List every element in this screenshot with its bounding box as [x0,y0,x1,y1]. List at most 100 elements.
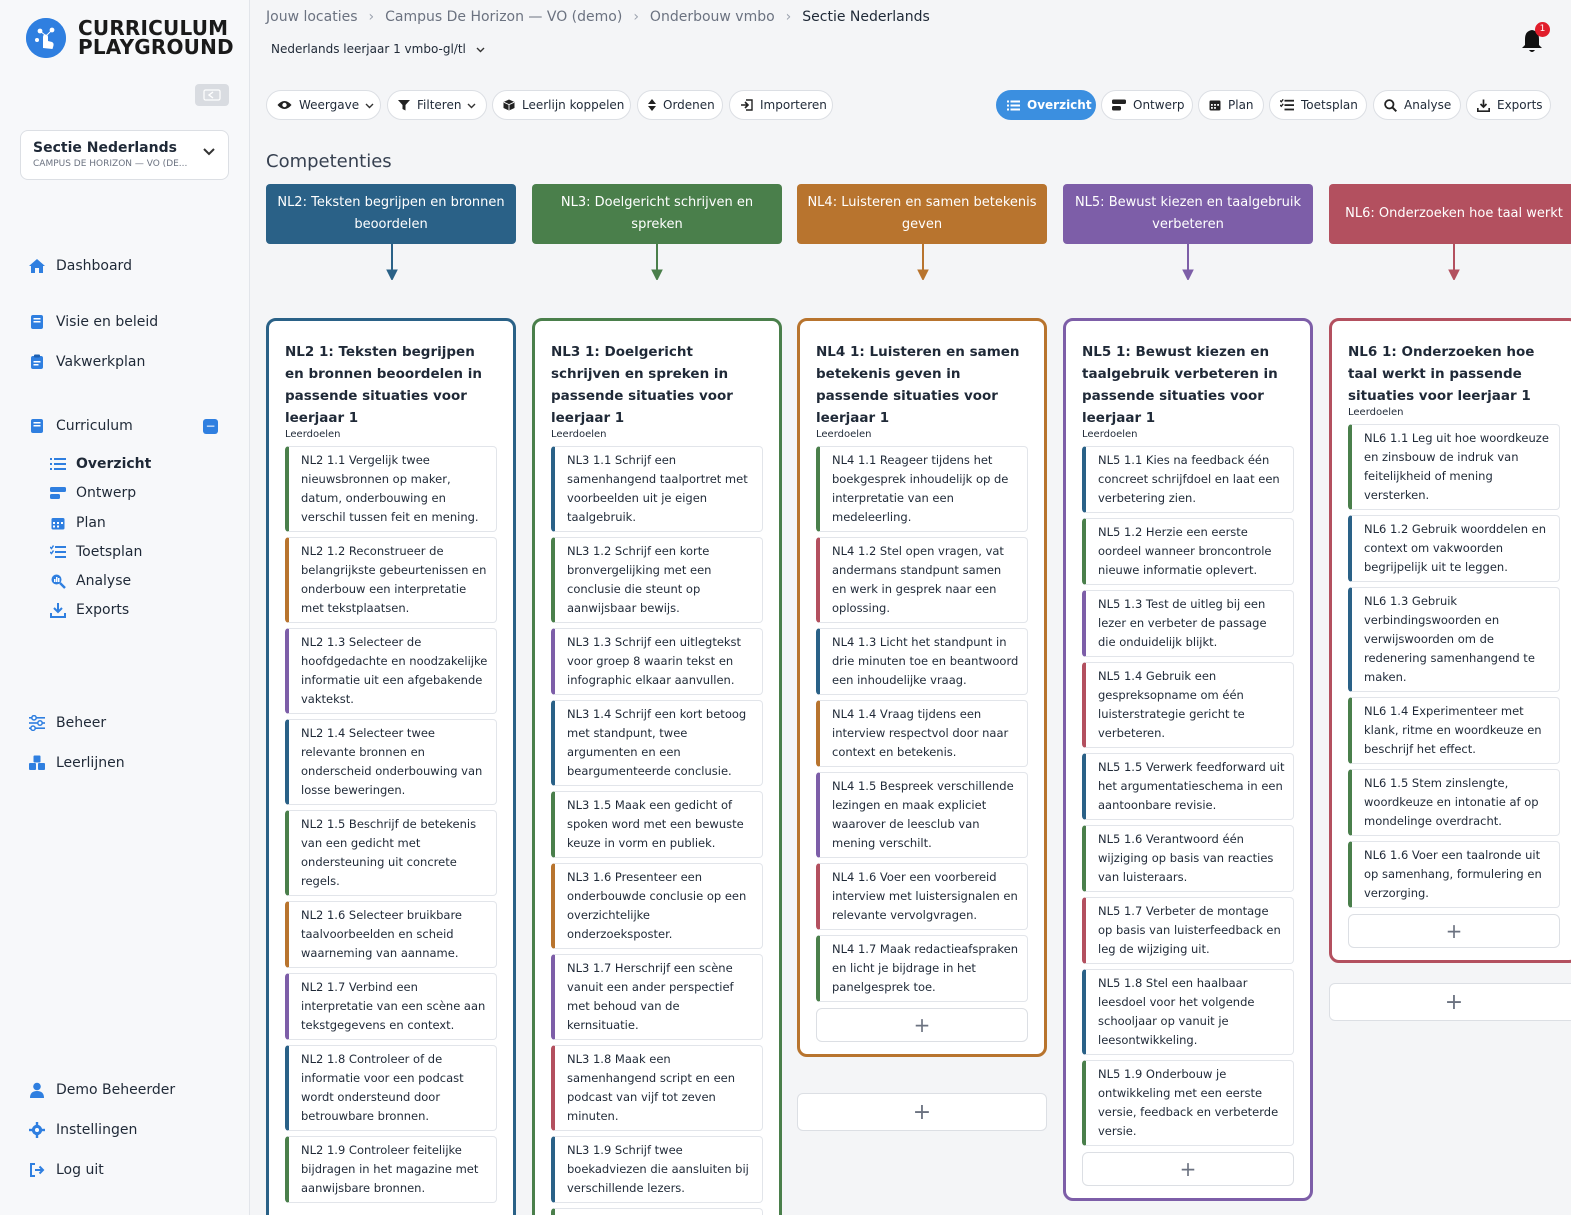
learning-goal-card[interactable]: NL2 1.3 Selecteer de hoofdgedachte en no… [285,628,497,714]
learning-goal-card[interactable]: NL3 1.4 Schrijf een kort betoog met stan… [551,700,763,786]
learning-goal-card[interactable]: NL3 1.8 Maak een samenhangend script en … [551,1045,763,1131]
competency-header-nl3[interactable]: NL3: Doelgericht schrijven en spreken [532,184,782,244]
learning-goal-card[interactable]: NL2 1.7 Verbind een interpretatie van ee… [285,973,497,1040]
learning-goal-card[interactable]: NL3 1.3 Schrijf een uitlegtekst voor gro… [551,628,763,695]
clipboard-icon [28,353,46,371]
learning-goal-card[interactable]: NL5 1.8 Stel een haalbaar leesdoel voor … [1082,969,1294,1055]
nav-curriculum[interactable]: Curriculum [28,417,133,435]
nav-user[interactable]: Demo Beheerder [28,1081,175,1099]
learning-column-nl6: NL6 1: Onderzoeken hoe taal werkt in pas… [1329,318,1571,963]
add-column-button[interactable]: + [797,1093,1047,1131]
nav-instellingen[interactable]: Instellingen [28,1121,137,1139]
nav-sub-plan-label: Plan [76,515,106,531]
learning-goal-card[interactable]: NL2 1.2 Reconstrueer de belangrijkste ge… [285,537,497,623]
learning-goal-card[interactable]: NL6 1.3 Gebruik verbindingswoorden en ve… [1348,587,1560,692]
importeren-button[interactable]: Importeren [729,90,833,120]
arrow-down-icon [386,244,398,280]
learning-goal-card[interactable]: NL4 1.6 Voer een voorbereid interview me… [816,863,1028,930]
learning-goal-card[interactable]: NL3 1.1 Schrijf een samenhangend taalpor… [551,446,763,532]
add-column-button[interactable]: + [1329,983,1571,1021]
competency-header-nl4[interactable]: NL4: Luisteren en samen betekenis geven [797,184,1047,244]
home-icon [28,257,46,275]
breadcrumb-item[interactable]: Campus De Horizon — VO (demo) [385,9,622,25]
subject-select[interactable]: Nederlands leerjaar 1 vmbo-gl/tl [271,42,485,56]
breadcrumb-item[interactable]: Onderbouw vmbo [650,9,775,25]
learning-goal-card[interactable]: NL4 1.2 Stel open vragen, vat andermans … [816,537,1028,623]
learning-goal-card[interactable]: NL6 1.6 Voer een taalronde uit op samenh… [1348,841,1560,908]
learning-goal-card[interactable]: NL2 1.4 Selecteer twee relevante bronnen… [285,719,497,805]
learning-goal-card[interactable]: NL4 1.1 Reageer tijdens het boekgesprek … [816,446,1028,532]
nav-dashboard[interactable]: Dashboard [28,257,132,275]
notification-count-badge: 1 [1535,22,1550,37]
learning-goal-card[interactable]: NL6 1.2 Gebruik woorddelen en context om… [1348,515,1560,582]
learning-goal-card[interactable]: NL3 1.10 Redigeer een [551,1208,763,1215]
learning-goal-card[interactable]: NL5 1.2 Herzie een eerste oordeel wannee… [1082,518,1294,585]
learning-goal-card[interactable]: NL2 1.1 Vergelijk twee nieuwsbronnen op … [285,446,497,532]
section-select[interactable]: Sectie Nederlands CAMPUS DE HORIZON — VO… [20,130,229,180]
nav-sub-analyse[interactable]: Analyse [50,573,131,589]
learning-goal-card[interactable]: NL2 1.8 Controleer of de informatie voor… [285,1045,497,1131]
competency-header-nl6[interactable]: NL6: Onderzoeken hoe taal werkt [1329,184,1571,244]
learning-goal-card[interactable]: NL2 1.9 Controleer feitelijke bijdragen … [285,1136,497,1203]
subject-select-value: Nederlands leerjaar 1 vmbo-gl/tl [271,42,466,56]
competency-header-nl5[interactable]: NL5: Bewust kiezen en taalgebruik verbet… [1063,184,1313,244]
learning-goal-card[interactable]: NL5 1.6 Verantwoord één wijziging op bas… [1082,825,1294,892]
nav-sub-toetsplan[interactable]: Toetsplan [50,544,142,560]
view-plan-button[interactable]: Plan [1198,90,1264,120]
view-overzicht-button[interactable]: Overzicht [996,90,1096,120]
learning-goal-card[interactable]: NL3 1.6 Presenteer een onderbouwde concl… [551,863,763,949]
nav-vakwerkplan[interactable]: Vakwerkplan [28,353,145,371]
learning-goal-card[interactable]: NL3 1.9 Schrijf twee boekadviezen die aa… [551,1136,763,1203]
view-exports-button[interactable]: Exports [1466,90,1551,120]
learning-goal-card[interactable]: NL6 1.1 Leg uit hoe woordkeuze en zinsbo… [1348,424,1560,510]
collapse-sidebar-button[interactable] [195,84,229,106]
learning-goal-card[interactable]: NL2 1.6 Selecteer bruikbare taalvoorbeel… [285,901,497,968]
learning-goal-card[interactable]: NL3 1.2 Schrijf een korte bronvergelijki… [551,537,763,623]
learning-goal-card[interactable]: NL2 1.5 Beschrijf de betekenis van een g… [285,810,497,896]
learning-goal-card[interactable]: NL6 1.5 Stem zinslengte, woordkeuze en i… [1348,769,1560,836]
breadcrumb-separator-icon: › [633,9,639,25]
learning-goal-card[interactable]: NL5 1.3 Test de uitleg bij een lezer en … [1082,590,1294,657]
learning-goal-card[interactable]: NL6 1.4 Experimenteer met klank, ritme e… [1348,697,1560,764]
nav-visie[interactable]: Visie en beleid [28,313,158,331]
learning-goal-card[interactable]: NL5 1.7 Verbeter de montage op basis van… [1082,897,1294,964]
ordenen-button[interactable]: Ordenen [637,90,723,120]
learning-goal-card[interactable]: NL5 1.5 Verwerk feedforward uit het argu… [1082,753,1294,820]
view-ontwerp-button[interactable]: Ontwerp [1101,90,1193,120]
breadcrumb-item[interactable]: Jouw locaties [266,9,358,25]
breadcrumb-separator-icon: › [368,9,375,25]
filteren-button[interactable]: Filteren [387,90,487,120]
nav-leerlijnen[interactable]: Leerlijnen [28,754,125,772]
sliders-icon [28,714,46,732]
checklist-icon [50,544,66,560]
learning-goal-card[interactable]: NL4 1.5 Bespreek verschillende lezingen … [816,772,1028,858]
weergave-button[interactable]: Weergave [266,90,381,120]
learning-goal-card[interactable]: NL4 1.7 Maak redactieafspraken en licht … [816,935,1028,1002]
competency-header-nl2[interactable]: NL2: Teksten begrijpen en bronnen beoord… [266,184,516,244]
nav-beheer[interactable]: Beheer [28,714,106,732]
learning-goal-card[interactable]: NL5 1.4 Gebruik een gespreksopname om éé… [1082,662,1294,748]
learning-goal-card[interactable]: NL5 1.9 Onderbouw je ontwikkeling met ee… [1082,1060,1294,1146]
logo[interactable]: CURRICULUM PLAYGROUND [26,18,234,58]
learning-goal-card[interactable]: NL4 1.4 Vraag tijdens een interview resp… [816,700,1028,767]
add-goal-button[interactable]: + [1082,1152,1294,1186]
nav-logout[interactable]: Log uit [28,1161,104,1179]
view-toetsplan-button[interactable]: Toetsplan [1269,90,1367,120]
view-exports-label: Exports [1497,98,1543,112]
column-subtitle: Leerdoelen [551,429,607,440]
collapse-curriculum-button[interactable]: − [203,419,218,434]
nav-sub-plan[interactable]: Plan [50,515,106,531]
add-goal-button[interactable]: + [1348,914,1560,948]
add-goal-button[interactable]: + [816,1008,1028,1042]
view-analyse-button[interactable]: Analyse [1373,90,1461,120]
nav-sub-overzicht[interactable]: Overzicht [50,456,151,472]
learning-goal-card[interactable]: NL3 1.7 Herschrijf een scène vanuit een … [551,954,763,1040]
learning-goal-card[interactable]: NL4 1.3 Licht het standpunt in drie minu… [816,628,1028,695]
nav-sub-exports[interactable]: Exports [50,602,129,618]
leerlijn-koppelen-button[interactable]: Leerlijn koppelen [492,90,631,120]
learning-goal-card[interactable]: NL3 1.5 Maak een gedicht of spoken word … [551,791,763,858]
learning-goal-card[interactable]: NL5 1.1 Kies na feedback één concreet sc… [1082,446,1294,513]
nav-user-label: Demo Beheerder [56,1082,176,1098]
nav-sub-ontwerp[interactable]: Ontwerp [50,485,136,501]
nav-sub-exports-label: Exports [76,602,130,618]
